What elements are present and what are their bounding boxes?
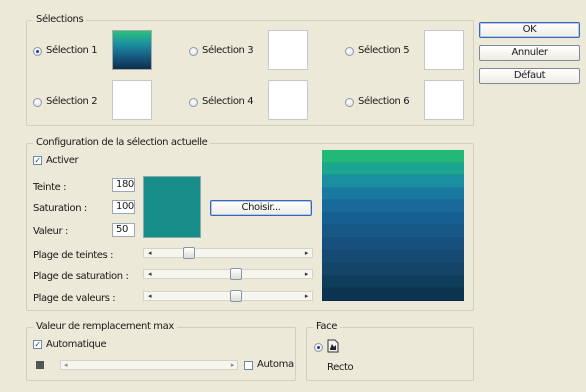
max-replacement-slider[interactable]: ◂ ▸ [60,360,238,370]
swatch-selection-3[interactable] [268,30,308,70]
saturation-field[interactable]: 100 [112,200,135,214]
ramp-band [322,263,464,276]
automatic-checkbox[interactable]: ✓ [33,340,42,349]
choose-button[interactable]: Choisir... [210,200,312,216]
label-selection-1: Sélection 1 [46,45,98,56]
ramp-band [322,225,464,239]
automatic-label: Automatique [46,339,107,350]
ramp-band [322,200,464,213]
ramp-band [322,238,464,251]
slider-left-arrow-icon[interactable]: ◂ [64,361,68,369]
swatch-selection-5[interactable] [424,30,464,70]
hue-range-thumb[interactable] [182,247,195,259]
ramp-band [322,212,464,226]
automa-checkbox[interactable] [244,361,253,370]
defaults-button[interactable]: Défaut [479,68,580,84]
max-replacement-group: Valeur de remplacement max [26,321,296,381]
hue-range-label: Plage de teintes : [33,250,114,261]
ramp-band [322,288,464,301]
saturation-range-thumb[interactable] [229,268,242,280]
radio-selection-3[interactable] [189,47,198,56]
ramp-band [322,187,464,201]
swatch-selection-1[interactable] [112,30,152,70]
radio-selection-1[interactable] [33,47,42,56]
slider-left-arrow-icon[interactable]: ◂ [148,292,152,300]
swatch-selection-2[interactable] [112,80,152,120]
radio-selection-5[interactable] [345,47,354,56]
slider-right-arrow-icon[interactable]: ▸ [305,249,309,257]
value-field[interactable]: 50 [112,223,135,237]
hue-field[interactable]: 180 [112,178,135,192]
slider-right-arrow-icon[interactable]: ▸ [231,361,235,369]
radio-selection-6[interactable] [345,98,354,107]
slider-left-arrow-icon[interactable]: ◂ [148,270,152,278]
current-color-swatch [143,176,201,238]
swatch-selection-4[interactable] [268,80,308,120]
label-selection-5: Sélection 5 [358,45,410,56]
saturation-label: Saturation : [33,203,87,214]
hue-range-slider[interactable]: ◂ ▸ [143,247,313,259]
document-icon [326,338,340,357]
enable-label: Activer [46,155,79,166]
label-selection-4: Sélection 4 [202,96,254,107]
radio-selection-4[interactable] [189,98,198,107]
ramp-band [322,175,464,188]
ramp-band [322,275,464,289]
swatch-selection-6[interactable] [424,80,464,120]
config-title: Configuration de la sélection actuelle [33,137,211,148]
saturation-range-label: Plage de saturation : [33,271,129,282]
max-color-swatch [36,361,44,369]
color-range-preview [322,150,464,301]
ok-button[interactable]: OK [479,22,580,38]
enable-checkbox[interactable]: ✓ [33,156,42,165]
selections-title: Sélections [33,14,87,25]
saturation-range-slider[interactable]: ◂ ▸ [143,268,313,280]
label-selection-2: Sélection 2 [46,96,98,107]
face-recto-label: Recto [327,362,354,373]
slider-left-arrow-icon[interactable]: ◂ [148,249,152,257]
automa-label: Automa [257,359,294,370]
value-range-thumb[interactable] [229,290,242,302]
hue-label: Teinte : [33,182,67,193]
face-recto-radio[interactable] [314,343,323,352]
slider-right-arrow-icon[interactable]: ▸ [305,270,309,278]
max-replacement-title: Valeur de remplacement max [33,321,177,332]
ramp-band [322,150,464,163]
value-label: Valeur : [33,226,68,237]
slider-right-arrow-icon[interactable]: ▸ [305,292,309,300]
radio-selection-2[interactable] [33,98,42,107]
value-range-label: Plage de valeurs : [33,293,116,304]
label-selection-6: Sélection 6 [358,96,410,107]
ramp-band [322,162,464,176]
value-range-slider[interactable]: ◂ ▸ [143,290,313,302]
cancel-button[interactable]: Annuler [479,45,580,61]
ramp-band [322,250,464,264]
face-title: Face [313,321,341,332]
selections-group: Sélections [26,14,474,126]
label-selection-3: Sélection 3 [202,45,254,56]
